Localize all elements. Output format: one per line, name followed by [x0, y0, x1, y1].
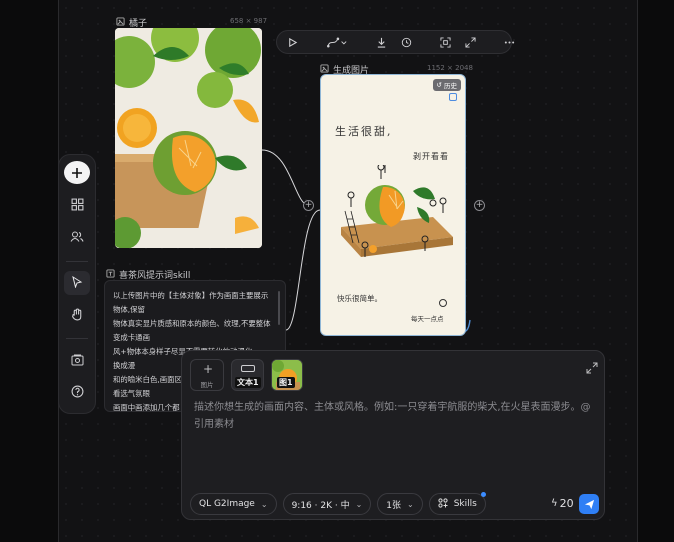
- skills-label: Skills: [453, 499, 477, 509]
- credits-indicator: ϟ 20: [551, 497, 574, 510]
- grid-icon: [71, 196, 84, 215]
- reference-text-label: 文本1: [235, 377, 261, 388]
- add-image-label: 图片: [200, 381, 214, 389]
- notification-dot: [480, 492, 486, 497]
- expand-icon[interactable]: [465, 35, 476, 49]
- curve-icon[interactable]: [326, 35, 348, 49]
- expand-composer-icon[interactable]: [586, 359, 598, 374]
- chevron-down-icon: ⌄: [260, 499, 268, 509]
- orange-image[interactable]: [115, 28, 262, 248]
- scan-icon[interactable]: [440, 35, 451, 49]
- users-icon: [70, 228, 84, 247]
- skill-line: 变成卡通画: [113, 333, 150, 342]
- skills-icon: [438, 497, 448, 511]
- generated-illustration: [341, 165, 453, 257]
- model-label: QL G2Image: [199, 499, 255, 509]
- node-action-toolbar: [276, 30, 515, 54]
- credits-value: 20: [559, 497, 574, 510]
- users-button[interactable]: [64, 226, 90, 249]
- play-icon[interactable]: [287, 35, 298, 49]
- left-toolbar: [58, 154, 96, 414]
- send-icon: [584, 495, 595, 514]
- reference-image-label: 图1: [277, 377, 295, 388]
- skills-button[interactable]: Skills: [428, 492, 486, 515]
- connect-input-plus-icon[interactable]: +: [303, 200, 314, 211]
- text-node-icon: [106, 268, 115, 281]
- model-select[interactable]: QL G2Image ⌄: [190, 493, 277, 515]
- composer-controls: QL G2Image ⌄ 9:16 · 2K · 中 ⌄ 1张 ⌄ Skills: [190, 492, 486, 515]
- toolbar-divider: [66, 337, 88, 339]
- history-icon[interactable]: [401, 35, 412, 49]
- ratio-label: 9:16 · 2K · 中: [291, 500, 350, 511]
- sun-doodle-icon: [439, 299, 447, 307]
- plus-icon: +: [203, 362, 214, 376]
- prompt-composer: + 图片 文本1 图1 描述你想生成的画面内容、主体或风格。例如:一只穿着宇航服…: [181, 350, 605, 520]
- handwriting-line-1: 生活很甜,: [335, 125, 393, 138]
- chevron-down-icon: ⌄: [355, 499, 363, 509]
- ratio-quality-select[interactable]: 9:16 · 2K · 中 ⌄: [282, 493, 372, 515]
- add-button[interactable]: [64, 161, 90, 185]
- skill-line: 以上传图片中的【主体对象】作为画面主要展示: [113, 291, 269, 300]
- history-icon: ↺: [436, 81, 442, 89]
- media-icon: [71, 351, 84, 370]
- grid-button[interactable]: [64, 194, 90, 217]
- send-button[interactable]: [579, 494, 599, 514]
- lightning-icon: ϟ: [551, 498, 558, 509]
- add-image-tile[interactable]: + 图片: [190, 359, 224, 391]
- image-icon: [116, 16, 125, 29]
- skill-line: 物体,保留: [113, 305, 145, 314]
- node-generated-dims: 1152 × 2048: [427, 64, 473, 72]
- media-button[interactable]: [64, 349, 90, 372]
- reference-image-chip[interactable]: 图1: [271, 359, 303, 391]
- skill-card-scrollbar[interactable]: [278, 291, 280, 325]
- help-button[interactable]: [64, 381, 90, 404]
- hand-icon: [71, 306, 84, 325]
- handwriting-line-3: 快乐很简单。: [337, 294, 382, 303]
- more-icon[interactable]: [504, 35, 515, 49]
- help-icon: [71, 383, 84, 402]
- handwriting-line-4: 每天一点点: [411, 315, 444, 323]
- download-icon[interactable]: [376, 35, 387, 49]
- prompt-input[interactable]: 描述你想生成的画面内容、主体或风格。例如:一只穿着宇航服的柴犬,在火星表面漫步。…: [194, 399, 594, 433]
- cursor-arrow-icon: [71, 273, 83, 292]
- reference-text-chip[interactable]: 文本1: [231, 359, 264, 391]
- count-label: 1张: [386, 500, 402, 511]
- chevron-down-icon: ⌄: [407, 499, 414, 509]
- node-orange-dims: 658 × 987: [230, 17, 268, 25]
- skill-line: 物体真实显片质感和原本的颜色、纹理,不要整体: [113, 319, 271, 328]
- handwriting-line-2: 剥开看看: [413, 152, 449, 161]
- toolbar-divider: [66, 260, 88, 262]
- count-select[interactable]: 1张 ⌄: [377, 493, 423, 515]
- hand-tool-button[interactable]: [64, 304, 90, 327]
- history-badge[interactable]: ↺ 历史: [432, 79, 461, 91]
- scan-icon[interactable]: [449, 93, 457, 101]
- connect-output-plus-icon[interactable]: +: [474, 200, 485, 211]
- text-ref-icon: [241, 365, 255, 372]
- select-tool-button[interactable]: [64, 271, 90, 295]
- generated-image[interactable]: ↺ 历史 生活很甜, 剥开看看 快乐很简单。 每天一点点: [320, 74, 466, 336]
